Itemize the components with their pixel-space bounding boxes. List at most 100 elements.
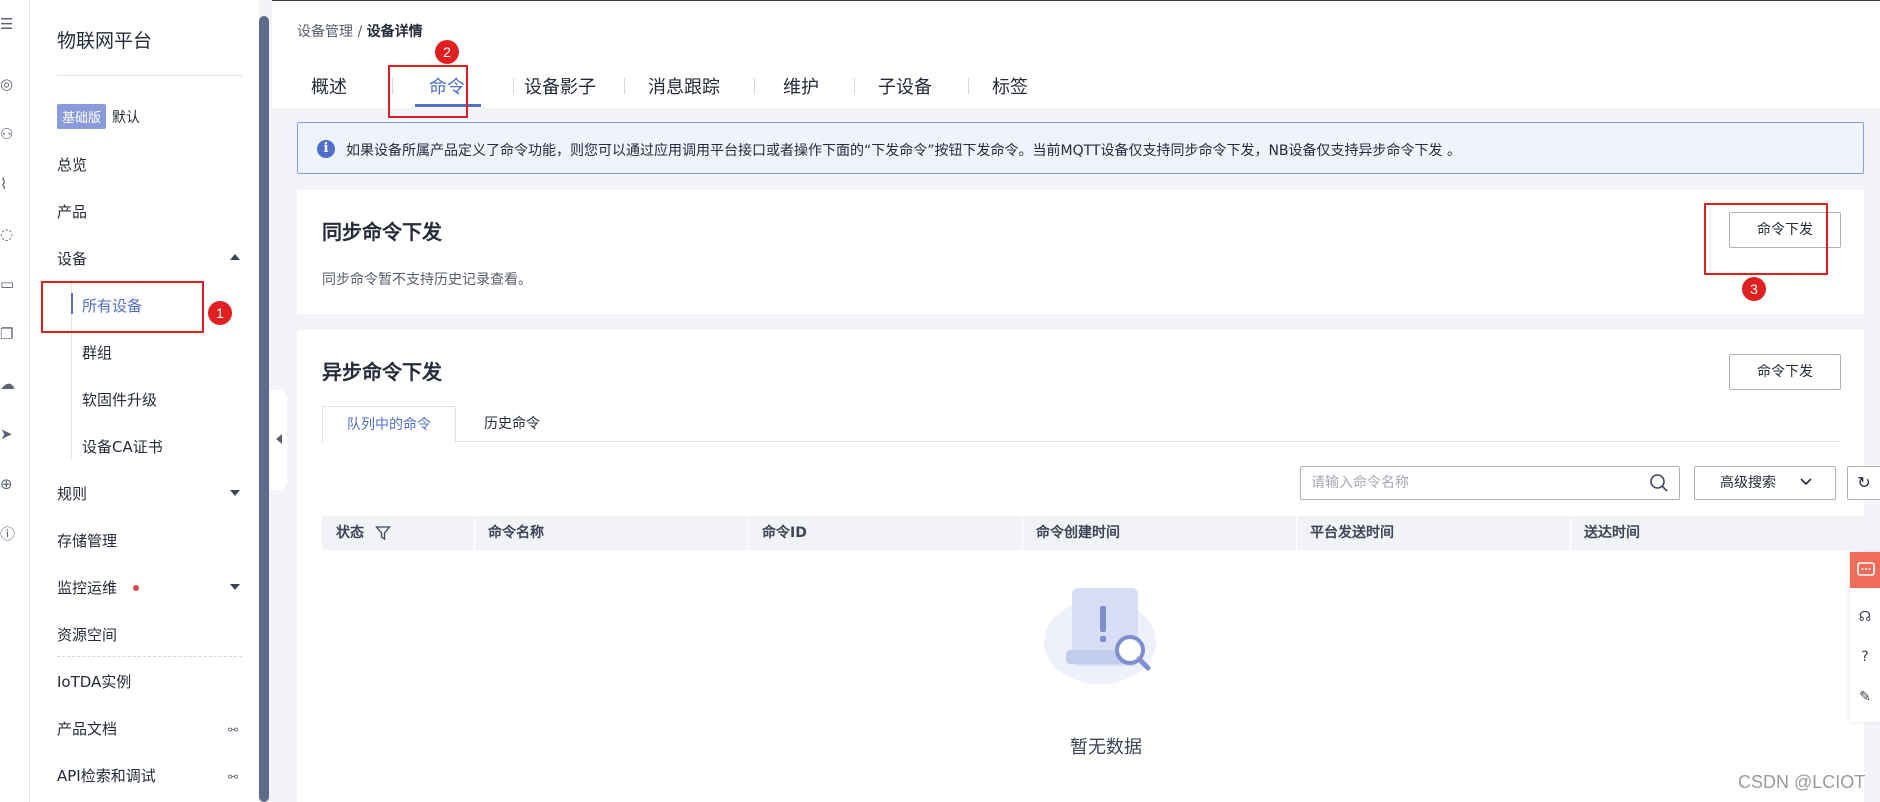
sync-command-card: 同步命令下发 同步命令暂不支持历史记录查看。 命令下发 <box>297 190 1864 314</box>
cloud-icon[interactable]: ☁ <box>0 374 16 394</box>
globe-chat-icon[interactable]: ◎ <box>0 74 16 94</box>
column-separator <box>1570 516 1571 550</box>
sidebar-item-monitor[interactable]: 监控运维 <box>57 577 117 598</box>
sidebar-item-product[interactable]: 产品 <box>57 201 87 222</box>
sidebar-item-resource[interactable]: 资源空间 <box>57 624 117 645</box>
advanced-search-label: 高级搜索 <box>1720 475 1776 491</box>
column-delivered-time: 送达时间 <box>1584 525 1640 541</box>
advanced-search-button[interactable]: 高级搜索 <box>1694 466 1836 500</box>
tab-maintenance[interactable]: 维护 <box>783 73 819 99</box>
icon-rail: ☰ ◎ ⚇ ⌇ ◌ ▭ ❐ ☁ ➤ ⊕ ⓘ <box>0 0 30 802</box>
sidebar-item-storage[interactable]: 存储管理 <box>57 530 117 551</box>
world-icon[interactable]: ⊕ <box>0 474 16 494</box>
column-separator <box>1022 516 1023 550</box>
column-status-label: 状态 <box>336 525 364 541</box>
chevron-down-icon <box>1800 478 1812 486</box>
tab-separator <box>754 78 755 94</box>
sync-desc: 同步命令暂不支持历史记录查看。 <box>322 272 532 288</box>
help-circle-icon[interactable]: ⓘ <box>0 524 16 544</box>
tab-tags[interactable]: 标签 <box>992 73 1028 99</box>
column-separator <box>474 516 475 550</box>
cloud-chat-icon[interactable]: ◌ <box>0 224 16 244</box>
async-send-command-button[interactable]: 命令下发 <box>1729 354 1841 390</box>
async-title: 异步命令下发 <box>322 360 442 384</box>
tab-overview[interactable]: 概述 <box>311 73 347 99</box>
subtab-history[interactable]: 历史命令 <box>460 406 564 443</box>
headset-icon[interactable]: ☊ <box>1856 608 1874 626</box>
edition-name: 默认 <box>112 109 141 126</box>
column-sent-time: 平台发送时间 <box>1310 525 1394 541</box>
sidebar-scrollbar[interactable] <box>259 16 269 802</box>
breadcrumb-parent[interactable]: 设备管理 <box>297 24 353 40</box>
sidebar-title: 物联网平台 <box>57 30 153 52</box>
sync-title: 同步命令下发 <box>322 220 442 244</box>
tab-sub-devices[interactable]: 子设备 <box>878 73 932 99</box>
edition-selector[interactable]: 基础版 默认 <box>57 104 140 129</box>
chat-button[interactable] <box>1850 552 1880 588</box>
search-input[interactable] <box>1311 473 1641 493</box>
empty-state-icon <box>1044 588 1156 684</box>
tab-separator <box>854 78 855 94</box>
tab-message-trace[interactable]: 消息跟踪 <box>648 73 720 99</box>
chat-icon <box>1857 562 1875 576</box>
filter-icon[interactable] <box>374 525 391 541</box>
info-icon: i <box>317 140 335 158</box>
command-search <box>1300 466 1680 500</box>
menu-icon[interactable]: ☰ <box>0 14 16 34</box>
column-separator <box>748 516 749 550</box>
chevron-down-icon[interactable] <box>230 490 240 496</box>
sidebar-item-overview[interactable]: 总览 <box>57 154 87 175</box>
annotation-badge-1: 1 <box>208 301 232 325</box>
watermark: CSDN @LCIOT <box>1738 772 1866 792</box>
sidebar-item-rules[interactable]: 规则 <box>57 483 87 504</box>
sidebar-divider <box>57 75 242 76</box>
column-command-id: 命令ID <box>762 525 807 541</box>
help-icon[interactable]: ? <box>1856 648 1874 666</box>
search-icon[interactable] <box>1649 473 1669 493</box>
tab-separator <box>624 78 625 94</box>
nodes-icon[interactable]: ⚇ <box>0 124 16 144</box>
edition-badge: 基础版 <box>57 104 107 129</box>
annotation-box-2 <box>388 65 468 118</box>
sidebar-item-api[interactable]: API检索和调试 <box>57 765 156 786</box>
tab-device-shadow[interactable]: 设备影子 <box>524 73 596 99</box>
external-link-icon: ⚯ <box>228 723 239 737</box>
annotation-box-3 <box>1704 203 1828 275</box>
chart-icon[interactable]: ⌇ <box>0 174 16 194</box>
chevron-up-icon[interactable] <box>230 254 240 260</box>
annotation-badge-3: 3 <box>1742 277 1766 301</box>
refresh-button[interactable]: ↻ <box>1847 466 1880 500</box>
empty-state-text: 暂无数据 <box>1070 737 1142 758</box>
pages-icon[interactable]: ❐ <box>0 324 16 344</box>
sidebar-item-device-ca[interactable]: 设备CA证书 <box>82 436 163 457</box>
annotation-badge-2: 2 <box>435 40 459 64</box>
notice-text: 如果设备所属产品定义了命令功能，则您可以通过应用调用平台接口或者操作下面的“下发… <box>346 143 1461 159</box>
info-notice: i 如果设备所属产品定义了命令功能，则您可以通过应用调用平台接口或者操作下面的“… <box>297 122 1864 174</box>
sidebar: 物联网平台 基础版 默认 总览 产品 设备 所有设备 群组 软固件升级 设备CA… <box>30 0 259 802</box>
breadcrumb-separator: / <box>353 24 367 40</box>
column-created-time: 命令创建时间 <box>1036 525 1120 541</box>
sidebar-item-firmware[interactable]: 软固件升级 <box>82 389 157 410</box>
tab-separator <box>513 78 514 94</box>
async-subtabs: 队列中的命令 历史命令 <box>322 406 1840 443</box>
feedback-icon[interactable]: ✎ <box>1856 688 1874 706</box>
tab-separator <box>968 78 969 94</box>
sidebar-item-docs[interactable]: 产品文档 <box>57 718 117 739</box>
main-content: 设备管理 / 设备详情 概述 命令 设备影子 消息跟踪 维护 子设备 标签 2 … <box>272 0 1880 802</box>
column-command-name: 命令名称 <box>488 525 544 541</box>
table-header: 状态 命令名称 命令ID 命令创建时间 平台发送时间 送达时间 <box>322 516 1880 550</box>
document-icon[interactable]: ▭ <box>0 274 16 294</box>
annotation-box-1 <box>41 281 204 333</box>
async-command-card: 异步命令下发 命令下发 队列中的命令 历史命令 高级搜索 ↻ 状态 <box>297 330 1880 802</box>
breadcrumb: 设备管理 / 设备详情 <box>297 21 423 41</box>
sidebar-item-device[interactable]: 设备 <box>57 248 87 269</box>
sidebar-divider <box>57 656 242 657</box>
arrow-icon[interactable]: ➤ <box>0 424 16 444</box>
sidebar-item-groups[interactable]: 群组 <box>82 342 112 363</box>
refresh-icon: ↻ <box>1857 473 1871 492</box>
chevron-down-icon[interactable] <box>230 584 240 590</box>
external-link-icon: ⚯ <box>228 770 239 784</box>
notification-dot <box>133 585 139 591</box>
subtab-queued[interactable]: 队列中的命令 <box>322 406 456 443</box>
sidebar-item-iotda[interactable]: IoTDA实例 <box>57 671 131 692</box>
